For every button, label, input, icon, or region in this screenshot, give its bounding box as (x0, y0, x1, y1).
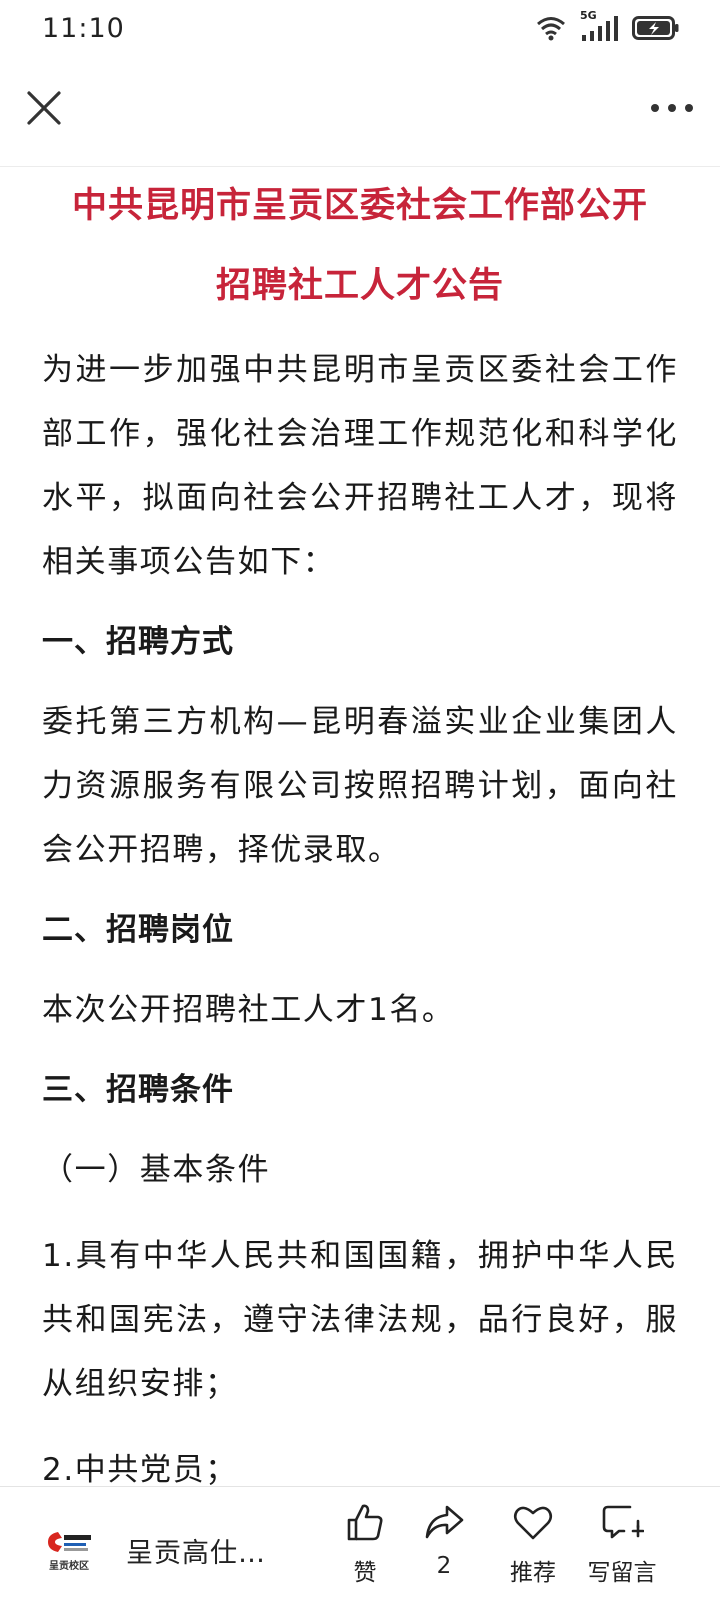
account-name: 呈贡高仕… (126, 1537, 266, 1569)
wifi-icon (537, 17, 565, 41)
status-bar: 11:10 5G (0, 0, 720, 56)
close-icon (27, 91, 61, 125)
article-title: 中共昆明市呈贡区委社会工作部公开 招聘社工人才公告 (42, 166, 678, 326)
heart-icon (513, 1506, 553, 1540)
share-icon (425, 1505, 464, 1539)
share-count: 2 (436, 1553, 452, 1579)
thumbs-up-icon (347, 1504, 383, 1541)
recommend-label: 推荐 (510, 1560, 556, 1586)
like-label: 赞 (353, 1560, 377, 1586)
more-icon (651, 104, 693, 112)
section3-heading: 三、招聘条件 (42, 1072, 234, 1108)
close-button[interactable] (22, 86, 66, 130)
section1-paragraph: 委托第三方机构—昆明春溢实业企业集团人力资源服务有限公司按照招聘计划，面向社会公… (42, 704, 678, 868)
account-logo: 呈贡校区 (40, 1521, 98, 1579)
account-logo-icon (48, 1531, 91, 1552)
status-icons: 5G (536, 9, 680, 43)
comment-label: 写留言 (587, 1560, 657, 1586)
more-button[interactable] (646, 86, 698, 130)
section1-heading: 一、招聘方式 (42, 624, 234, 660)
condition-1: 1.具有中华人民共和国国籍，拥护中华人民共和国宪法，遵守法律法规，品行良好，服从… (42, 1238, 678, 1402)
article-title-line2: 招聘社工人才公告 (215, 266, 504, 306)
network-type-label: 5G (580, 9, 597, 22)
account-logo-text: 呈贡校区 (49, 1560, 89, 1572)
write-comment-button[interactable]: 写留言 (577, 1501, 667, 1601)
section3-subheading: （一）基本条件 (42, 1152, 271, 1188)
like-button[interactable]: 赞 (320, 1501, 410, 1601)
section2-paragraph: 本次公开招聘社工人才1名。 (42, 992, 455, 1028)
condition-2: 2.中共党员； (42, 1452, 238, 1486)
article-title-line1: 中共昆明市呈贡区委社会工作部公开 (71, 186, 648, 226)
top-nav (0, 56, 720, 167)
account-link[interactable]: 呈贡校区 呈贡高仕… (40, 1515, 266, 1585)
screen: 11:10 5G 中共昆明市呈贡区委社会工作部公开 招聘社工人才公告 为进一步加… (0, 0, 720, 1612)
share-button[interactable]: 2 (399, 1501, 489, 1601)
section2-heading: 二、招聘岗位 (42, 912, 234, 948)
intro-paragraph: 为进一步加强中共昆明市呈贡区委社会工作部工作，强化社会治理工作规范化和科学化水平… (42, 352, 678, 580)
cellular-signal-icon: 5G (576, 9, 622, 43)
recommend-button[interactable]: 推荐 (488, 1501, 578, 1601)
bottom-action-bar: 呈贡校区 呈贡高仕… 赞 2 推荐 写留言 (0, 1486, 720, 1612)
article-content: 中共昆明市呈贡区委社会工作部公开 招聘社工人才公告 为进一步加强中共昆明市呈贡区… (42, 166, 678, 1486)
status-time: 11:10 (42, 12, 125, 44)
comment-add-icon (602, 1505, 644, 1539)
battery-charging-icon (632, 16, 679, 40)
